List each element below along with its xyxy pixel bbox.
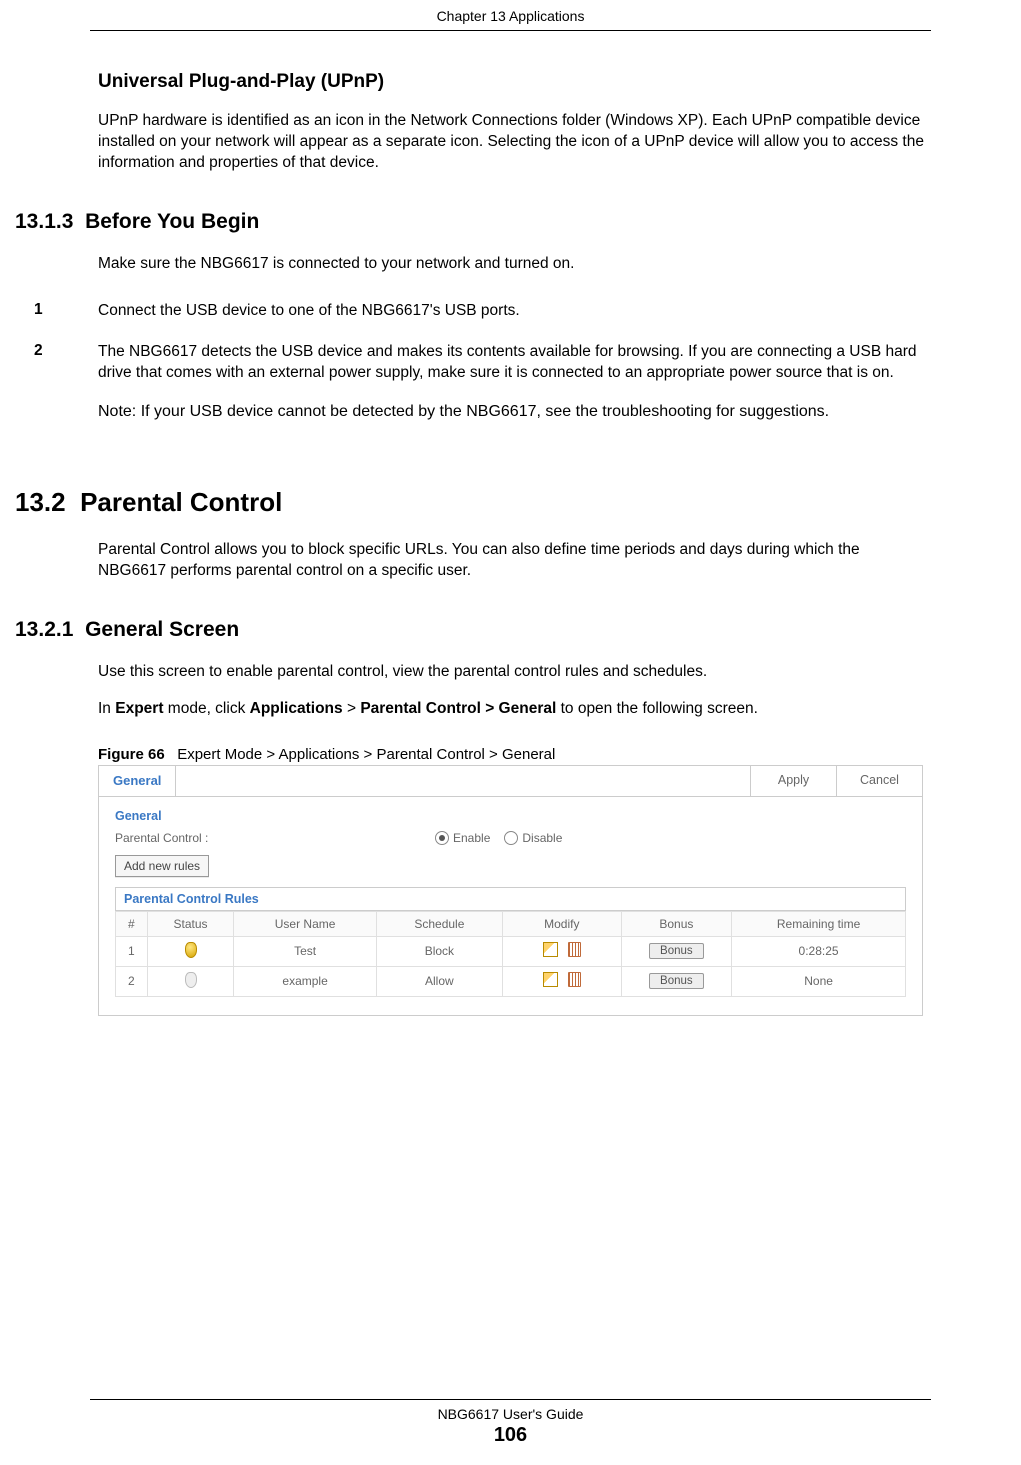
cell-user: Test bbox=[234, 936, 376, 966]
section-title: Before You Begin bbox=[85, 210, 259, 233]
page-footer: NBG6617 User's Guide 106 bbox=[0, 1399, 1021, 1447]
radio-disable[interactable]: Disable bbox=[504, 831, 562, 845]
cell-index: 2 bbox=[116, 966, 148, 996]
section-number: 13.2.1 bbox=[15, 618, 73, 641]
table-header-row: # Status User Name Schedule Modify Bonus… bbox=[116, 911, 906, 936]
figure-label: Figure 66 bbox=[98, 746, 165, 763]
step-2-body: The NBG6617 detects the USB device and m… bbox=[98, 342, 931, 384]
before-you-begin-intro: Make sure the NBG6617 is connected to yo… bbox=[98, 254, 931, 275]
step-item: 2 The NBG6617 detects the USB device and… bbox=[34, 342, 931, 433]
header-rule bbox=[90, 30, 931, 31]
chapter-header: Chapter 13 Applications bbox=[0, 0, 1021, 30]
cell-user: example bbox=[234, 966, 376, 996]
parental-control-body: Parental Control allows you to block spe… bbox=[98, 540, 931, 582]
table-row: 1 Test Block Bonus 0:28:25 bbox=[116, 936, 906, 966]
step-number: 2 bbox=[34, 342, 98, 433]
radio-label: Disable bbox=[522, 831, 562, 845]
footer-rule bbox=[90, 1399, 931, 1400]
cell-status[interactable] bbox=[147, 966, 234, 996]
steps-list: 1 Connect the USB device to one of the N… bbox=[34, 301, 931, 433]
table-row: 2 example Allow Bonus None bbox=[116, 966, 906, 996]
step-number: 1 bbox=[34, 301, 98, 322]
cancel-button[interactable]: Cancel bbox=[836, 766, 922, 796]
figure-caption: Figure 66 Expert Mode > Applications > P… bbox=[98, 746, 931, 763]
figure-caption-text: Expert Mode > Applications > Parental Co… bbox=[177, 746, 555, 763]
col-modify: Modify bbox=[503, 911, 622, 936]
add-new-rules-button[interactable]: Add new rules bbox=[115, 855, 209, 877]
col-index: # bbox=[116, 911, 148, 936]
edit-icon[interactable] bbox=[543, 972, 558, 987]
cell-bonus: Bonus bbox=[621, 936, 732, 966]
col-schedule: Schedule bbox=[376, 911, 502, 936]
cell-status[interactable] bbox=[147, 936, 234, 966]
text-bold: Parental Control > General bbox=[360, 700, 556, 717]
general-screen-p2: In Expert mode, click Applications > Par… bbox=[98, 699, 931, 720]
usb-note: Note: If your USB device cannot be detec… bbox=[98, 401, 931, 423]
cell-remaining: 0:28:25 bbox=[732, 936, 906, 966]
step-text: The NBG6617 detects the USB device and m… bbox=[98, 342, 931, 433]
cell-remaining: None bbox=[732, 966, 906, 996]
tab-general[interactable]: General bbox=[99, 766, 176, 796]
rules-section-title: Parental Control Rules bbox=[115, 887, 906, 911]
edit-icon[interactable] bbox=[543, 942, 558, 957]
bonus-button[interactable]: Bonus bbox=[649, 973, 704, 989]
col-bonus: Bonus bbox=[621, 911, 732, 936]
text: > bbox=[343, 700, 361, 717]
text-bold: Expert bbox=[115, 700, 163, 717]
step-item: 1 Connect the USB device to one of the N… bbox=[34, 301, 931, 322]
radio-dot-icon bbox=[435, 831, 449, 845]
figure-tabbar: General Apply Cancel bbox=[99, 766, 922, 797]
status-off-icon bbox=[185, 972, 197, 988]
general-section-title: General bbox=[115, 805, 906, 827]
cell-bonus: Bonus bbox=[621, 966, 732, 996]
general-screen-p1: Use this screen to enable parental contr… bbox=[98, 662, 931, 683]
section-13-1-3-heading: 13.1.3 Before You Begin bbox=[15, 210, 931, 234]
section-title: Parental Control bbox=[80, 487, 282, 517]
text: In bbox=[98, 700, 115, 717]
text: to open the following screen. bbox=[556, 700, 758, 717]
radio-label: Enable bbox=[453, 831, 490, 845]
bonus-button[interactable]: Bonus bbox=[649, 943, 704, 959]
upnp-body: UPnP hardware is identified as an icon i… bbox=[98, 111, 931, 174]
radio-enable[interactable]: Enable bbox=[435, 831, 490, 845]
section-13-2-1-heading: 13.2.1 General Screen bbox=[15, 618, 931, 642]
page-number: 106 bbox=[0, 1424, 1021, 1447]
col-remaining: Remaining time bbox=[732, 911, 906, 936]
tabbar-spacer bbox=[176, 766, 750, 796]
section-number: 13.1.3 bbox=[15, 210, 73, 233]
col-user: User Name bbox=[234, 911, 376, 936]
cell-schedule: Block bbox=[376, 936, 502, 966]
delete-icon[interactable] bbox=[568, 972, 581, 987]
figure-66: General Apply Cancel General Parental Co… bbox=[98, 765, 923, 1016]
section-13-2-heading: 13.2 Parental Control bbox=[15, 487, 931, 518]
upnp-heading: Universal Plug-and-Play (UPnP) bbox=[98, 71, 931, 93]
delete-icon[interactable] bbox=[568, 942, 581, 957]
radio-dot-icon bbox=[504, 831, 518, 845]
col-status: Status bbox=[147, 911, 234, 936]
status-on-icon bbox=[185, 942, 197, 958]
section-number: 13.2 bbox=[15, 487, 66, 517]
parental-control-label: Parental Control : bbox=[115, 831, 435, 845]
text: mode, click bbox=[163, 700, 249, 717]
cell-schedule: Allow bbox=[376, 966, 502, 996]
parental-control-row: Parental Control : Enable Disable bbox=[115, 827, 906, 855]
section-title: General Screen bbox=[85, 618, 239, 641]
step-text: Connect the USB device to one of the NBG… bbox=[98, 301, 520, 322]
cell-modify bbox=[503, 936, 622, 966]
cell-modify bbox=[503, 966, 622, 996]
rules-table: # Status User Name Schedule Modify Bonus… bbox=[115, 911, 906, 997]
footer-guide: NBG6617 User's Guide bbox=[0, 1406, 1021, 1422]
cell-index: 1 bbox=[116, 936, 148, 966]
text-bold: Applications bbox=[250, 700, 343, 717]
apply-button[interactable]: Apply bbox=[750, 766, 836, 796]
